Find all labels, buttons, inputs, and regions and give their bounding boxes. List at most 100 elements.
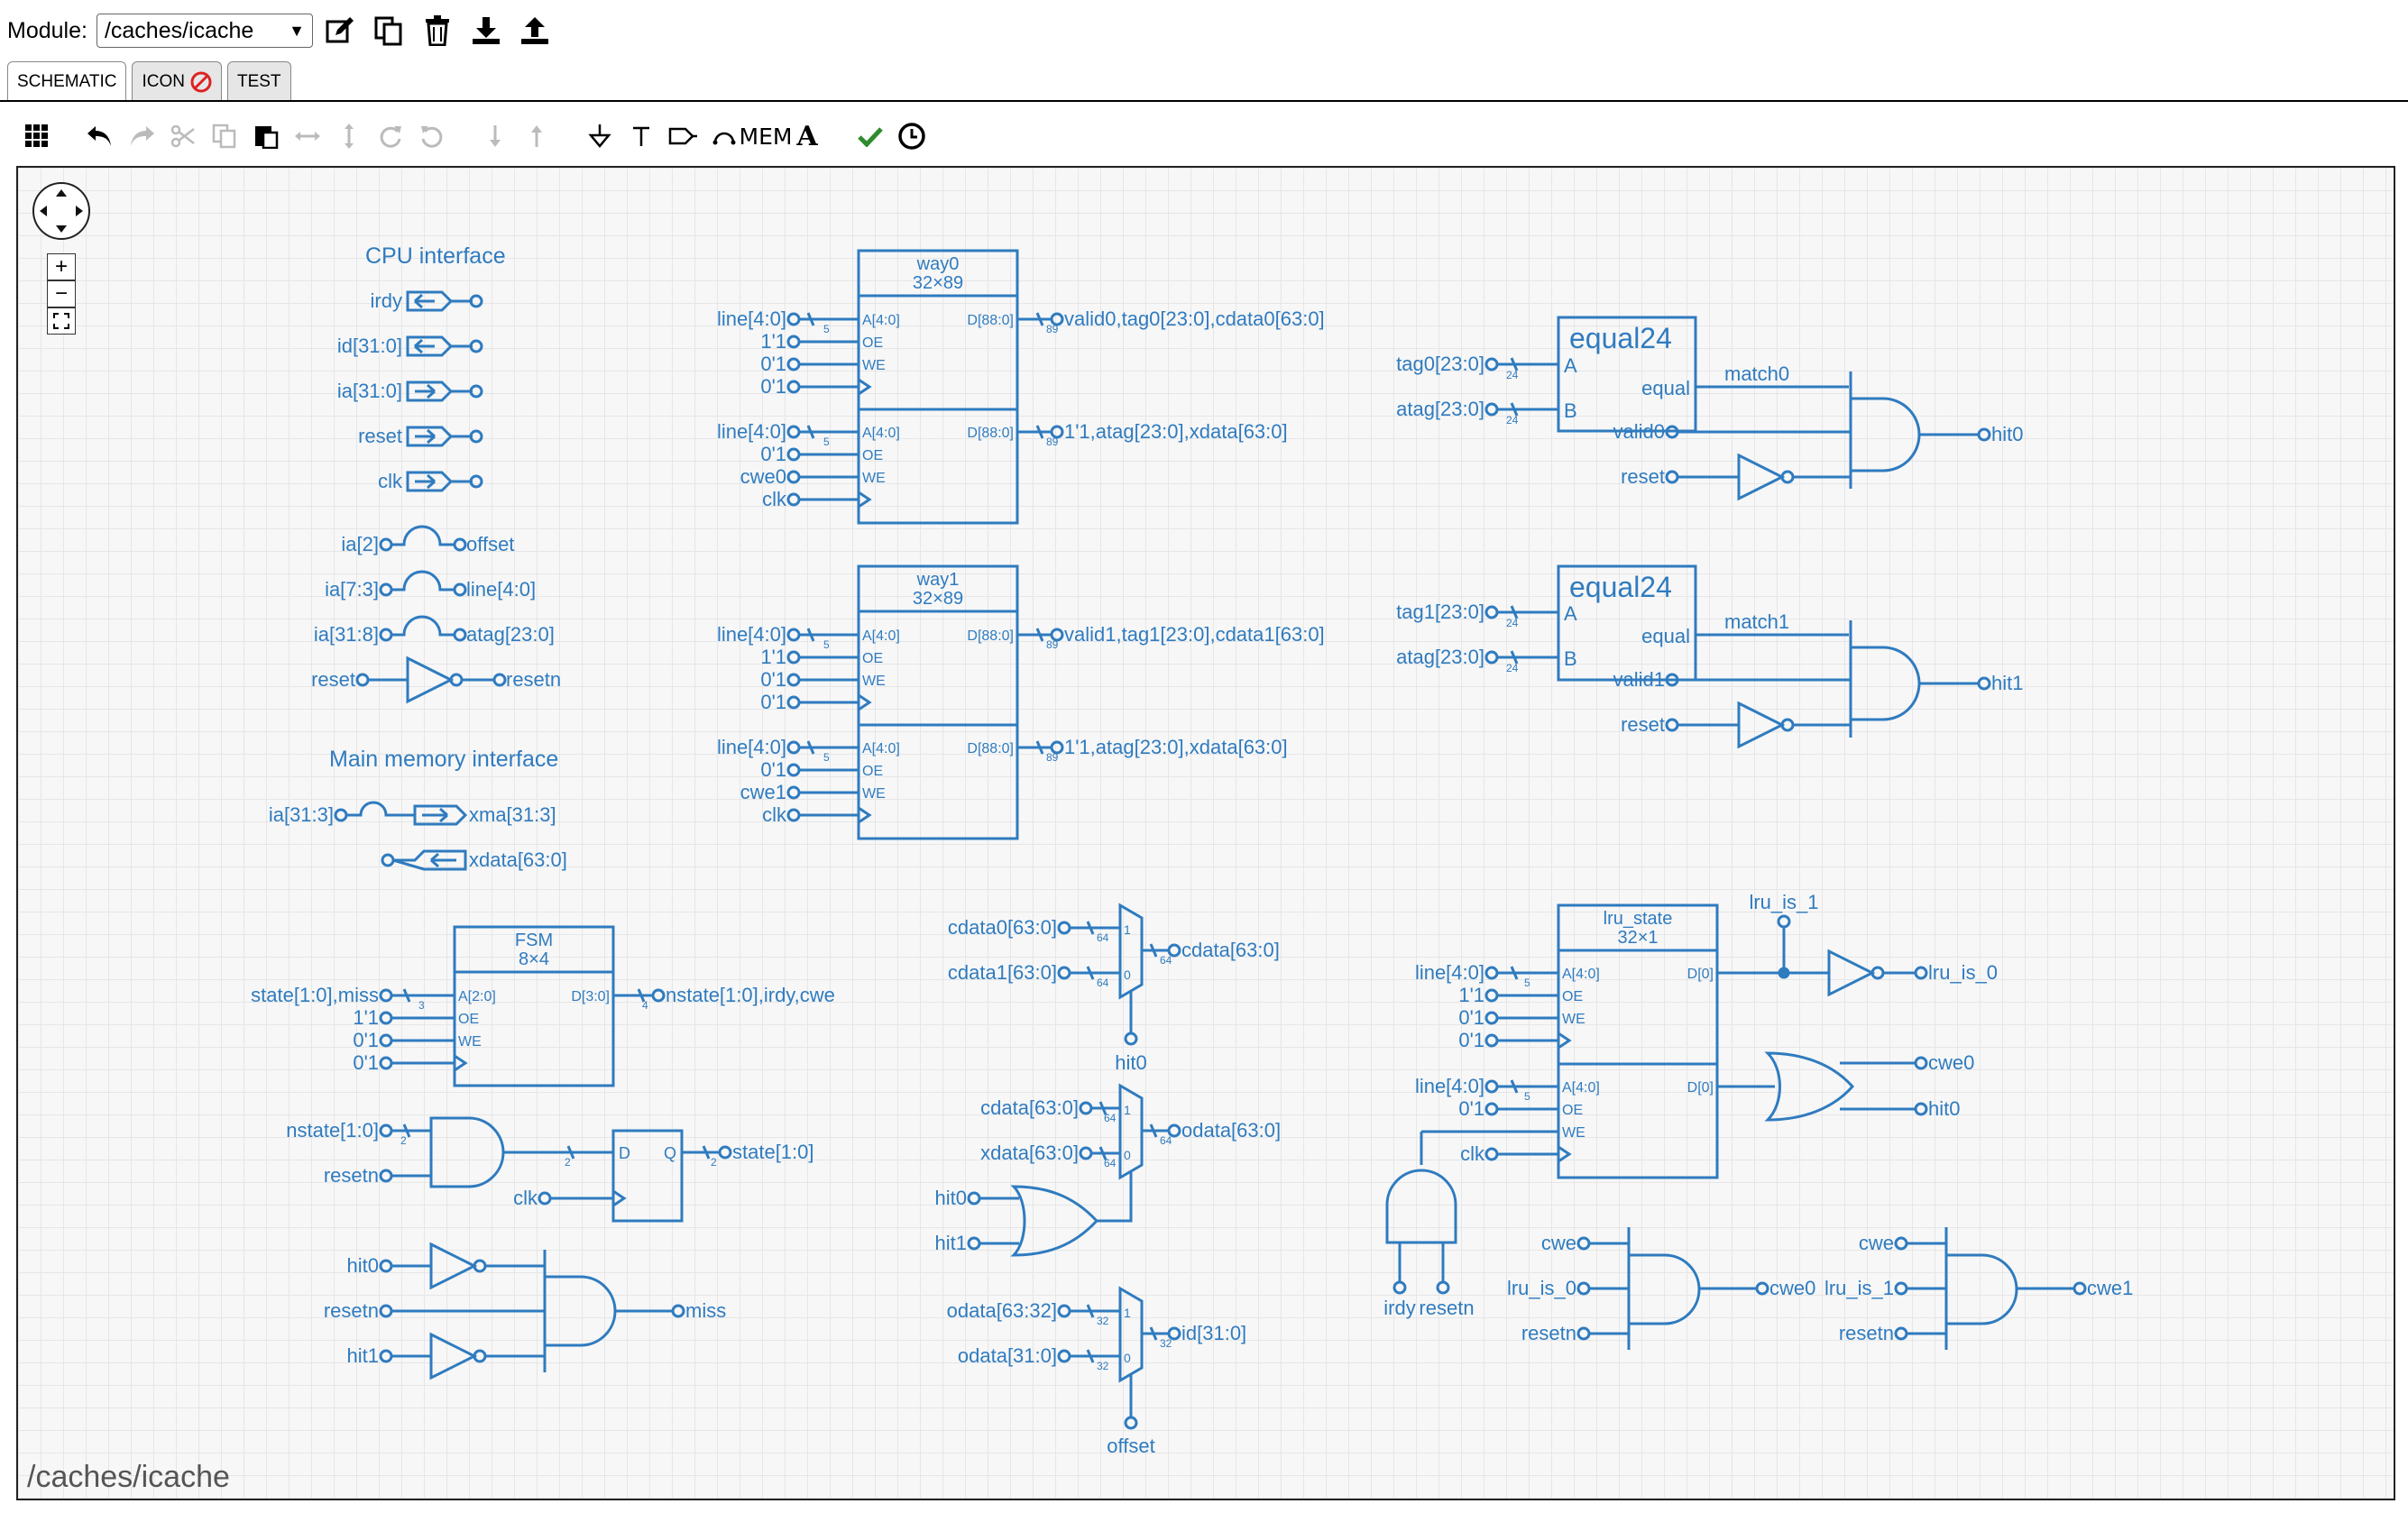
signal-label: 1'1	[353, 1006, 379, 1029]
undo-icon[interactable]	[79, 115, 121, 157]
jumper-label: ia[7:3]	[325, 578, 379, 601]
move-down-icon[interactable]	[474, 115, 516, 157]
signal-label: lru_is_1	[1749, 891, 1818, 913]
text-tool-button[interactable]: A	[786, 115, 828, 157]
width-label: 89	[1046, 323, 1059, 335]
edit-icon[interactable]	[318, 9, 362, 52]
width-label: 64	[1104, 1157, 1117, 1169]
pin-label: WE	[1562, 1125, 1585, 1141]
rotate-ccw-icon[interactable]	[411, 115, 453, 157]
copy-icon[interactable]	[204, 115, 245, 157]
width-label: 5	[1524, 977, 1530, 989]
pin-label: B	[1564, 647, 1577, 670]
pin-label: 0	[1124, 1351, 1131, 1365]
memory-button[interactable]: MEM	[740, 115, 793, 157]
pin-label: OE	[862, 651, 883, 666]
inv-in-label: reset	[311, 668, 355, 691]
pin-label: B	[1564, 399, 1577, 422]
clock-icon[interactable]	[891, 115, 933, 157]
main-memory-title: Main memory interface	[329, 747, 558, 772]
pin-label: OE	[1562, 1103, 1583, 1118]
schematic-toolbar: MEM A	[16, 112, 933, 160]
pin-label: D[88:0]	[967, 313, 1014, 328]
signal-label: match0	[1724, 362, 1789, 385]
signal-label: line[4:0]	[717, 420, 786, 443]
signal-label: 0'1	[1458, 1029, 1484, 1051]
signal-label: 1'1	[760, 646, 786, 668]
signal-label: 1'1	[760, 330, 786, 353]
width-label: 89	[1046, 638, 1059, 651]
signal-label: valid1	[1613, 668, 1665, 691]
width-label: 5	[823, 436, 830, 448]
signal-label: reset	[1621, 465, 1665, 488]
width-label: 24	[1506, 414, 1519, 426]
width-label: 4	[642, 999, 648, 1012]
width-label: 2	[711, 1156, 717, 1169]
cut-icon[interactable]	[162, 115, 204, 157]
cpu-ports	[406, 290, 483, 492]
signal-label: hit1	[1991, 672, 2023, 694]
jumper-label: line[4:0]	[466, 578, 536, 601]
pin-label: A[4:0]	[862, 628, 900, 644]
vdd-icon[interactable]	[620, 115, 662, 157]
redo-icon[interactable]	[121, 115, 162, 157]
port-label: id[31:0]	[337, 335, 402, 357]
signal-label: 1'1	[1458, 984, 1484, 1006]
tab-icon[interactable]: ICON	[132, 61, 222, 101]
width-label: 5	[823, 638, 830, 651]
pin-label: A	[1564, 602, 1577, 625]
rotate-cw-icon[interactable]	[370, 115, 411, 157]
tab-schematic[interactable]: SCHEMATIC	[7, 61, 127, 102]
width-label: 64	[1104, 1112, 1117, 1124]
way0-size: 32×89	[913, 273, 963, 293]
signal-label: resetn	[1839, 1322, 1894, 1344]
signal-label: irdy	[1383, 1297, 1415, 1319]
check-icon[interactable]	[850, 115, 891, 157]
pin-label: equal	[1641, 377, 1690, 399]
grid-icon[interactable]	[16, 115, 58, 157]
xma-in-label: ia[31:3]	[269, 803, 334, 826]
move-up-icon[interactable]	[516, 115, 557, 157]
port-icon[interactable]	[662, 115, 703, 157]
signal-label: tag1[23:0]	[1396, 601, 1484, 623]
signal-label: cdata0[63:0]	[948, 916, 1057, 939]
tab-icon-label: ICON	[142, 71, 185, 91]
signal-label: 0'1	[760, 353, 786, 375]
signal-label: lru_is_0	[1928, 961, 1998, 984]
pin-label: WE	[862, 674, 886, 689]
signal-label: 0'1	[760, 758, 786, 781]
copy-module-icon[interactable]	[367, 9, 410, 52]
pin-label: 1	[1124, 922, 1131, 937]
chevron-down-icon: ▼	[289, 21, 305, 40]
equal24-title: equal24	[1569, 322, 1672, 354]
upload-icon[interactable]	[513, 9, 556, 52]
lru-title: lru_state	[1604, 909, 1673, 929]
signal-label: hit1	[347, 1344, 379, 1367]
schematic-canvas[interactable]: + − CPU interface irdy id[31:0] ia[31:0]…	[16, 166, 2395, 1500]
width-label: 89	[1046, 436, 1059, 448]
signal-label: cwe0	[1928, 1051, 1974, 1074]
ground-icon[interactable]	[579, 115, 620, 157]
signal-label: line[4:0]	[717, 307, 786, 330]
pin-label: OE	[862, 335, 883, 351]
pin-label: A[4:0]	[1562, 1080, 1600, 1096]
port-label: clk	[378, 470, 403, 492]
signal-label: resetn	[1419, 1297, 1474, 1319]
pin-label: Q	[664, 1144, 676, 1162]
module-label: Module:	[7, 17, 87, 43]
paste-icon[interactable]	[245, 115, 287, 157]
tab-test[interactable]: TEST	[226, 61, 291, 101]
signal-label: resetn	[324, 1164, 379, 1187]
module-select[interactable]: /caches/icache ▼	[96, 14, 313, 48]
signal-label: 0'1	[760, 668, 786, 691]
trash-icon[interactable]	[416, 9, 459, 52]
signal-label: cdata[63:0]	[980, 1096, 1079, 1119]
pin-label: A	[1564, 354, 1577, 377]
flip-v-icon[interactable]	[328, 115, 370, 157]
width-label: 24	[1506, 617, 1519, 629]
signal-label: valid0,tag0[23:0],cdata0[63:0]	[1064, 307, 1325, 330]
download-icon[interactable]	[464, 9, 508, 52]
flip-h-icon[interactable]	[287, 115, 328, 157]
pin-label: 1	[1124, 1306, 1131, 1320]
pin-label: D[3:0]	[571, 989, 610, 1004]
